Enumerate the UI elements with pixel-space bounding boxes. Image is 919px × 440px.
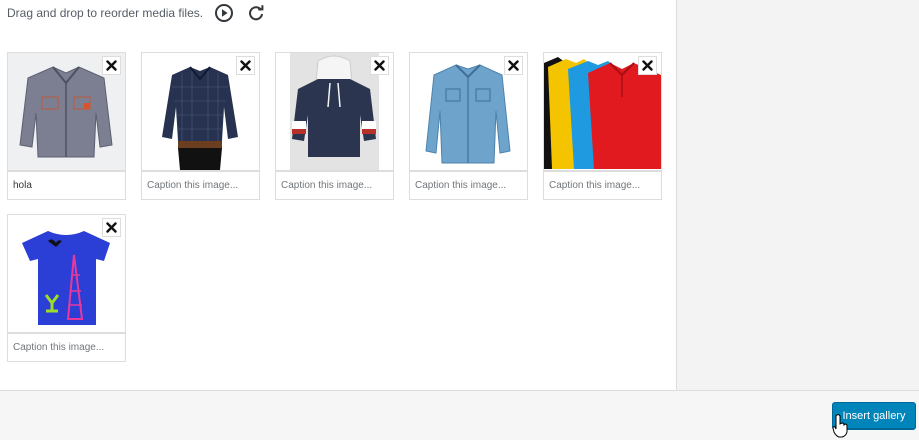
- caption-input[interactable]: [543, 171, 662, 200]
- caption-input[interactable]: [141, 171, 260, 200]
- remove-item-button[interactable]: [370, 56, 389, 75]
- gallery-item[interactable]: [7, 52, 126, 200]
- media-sidebar: [676, 0, 919, 391]
- gallery-item[interactable]: [275, 52, 394, 200]
- gallery-item[interactable]: [7, 214, 126, 362]
- media-toolbar: [0, 390, 919, 440]
- caption-input[interactable]: [7, 333, 126, 362]
- remove-item-button[interactable]: [102, 56, 121, 75]
- close-icon: [508, 60, 519, 71]
- gallery-edit-area: Drag and drop to reorder media files.: [0, 0, 676, 391]
- caption-input[interactable]: [409, 171, 528, 200]
- caption-input[interactable]: [7, 171, 126, 200]
- remove-item-button[interactable]: [102, 218, 121, 237]
- refresh-icon[interactable]: [245, 2, 267, 24]
- remove-item-button[interactable]: [236, 56, 255, 75]
- gallery-item[interactable]: [543, 52, 662, 200]
- gallery-item[interactable]: [141, 52, 260, 200]
- close-icon: [374, 60, 385, 71]
- play-circle-icon[interactable]: [213, 2, 235, 24]
- gallery-item[interactable]: [409, 52, 528, 200]
- close-icon: [240, 60, 251, 71]
- close-icon: [642, 60, 653, 71]
- close-icon: [106, 222, 117, 233]
- close-icon: [106, 60, 117, 71]
- hand-pointer-icon: [832, 414, 848, 438]
- instructions-text: Drag and drop to reorder media files.: [7, 6, 204, 20]
- remove-item-button[interactable]: [504, 56, 523, 75]
- reorder-instructions: Drag and drop to reorder media files.: [7, 4, 267, 22]
- caption-input[interactable]: [275, 171, 394, 200]
- remove-item-button[interactable]: [638, 56, 657, 75]
